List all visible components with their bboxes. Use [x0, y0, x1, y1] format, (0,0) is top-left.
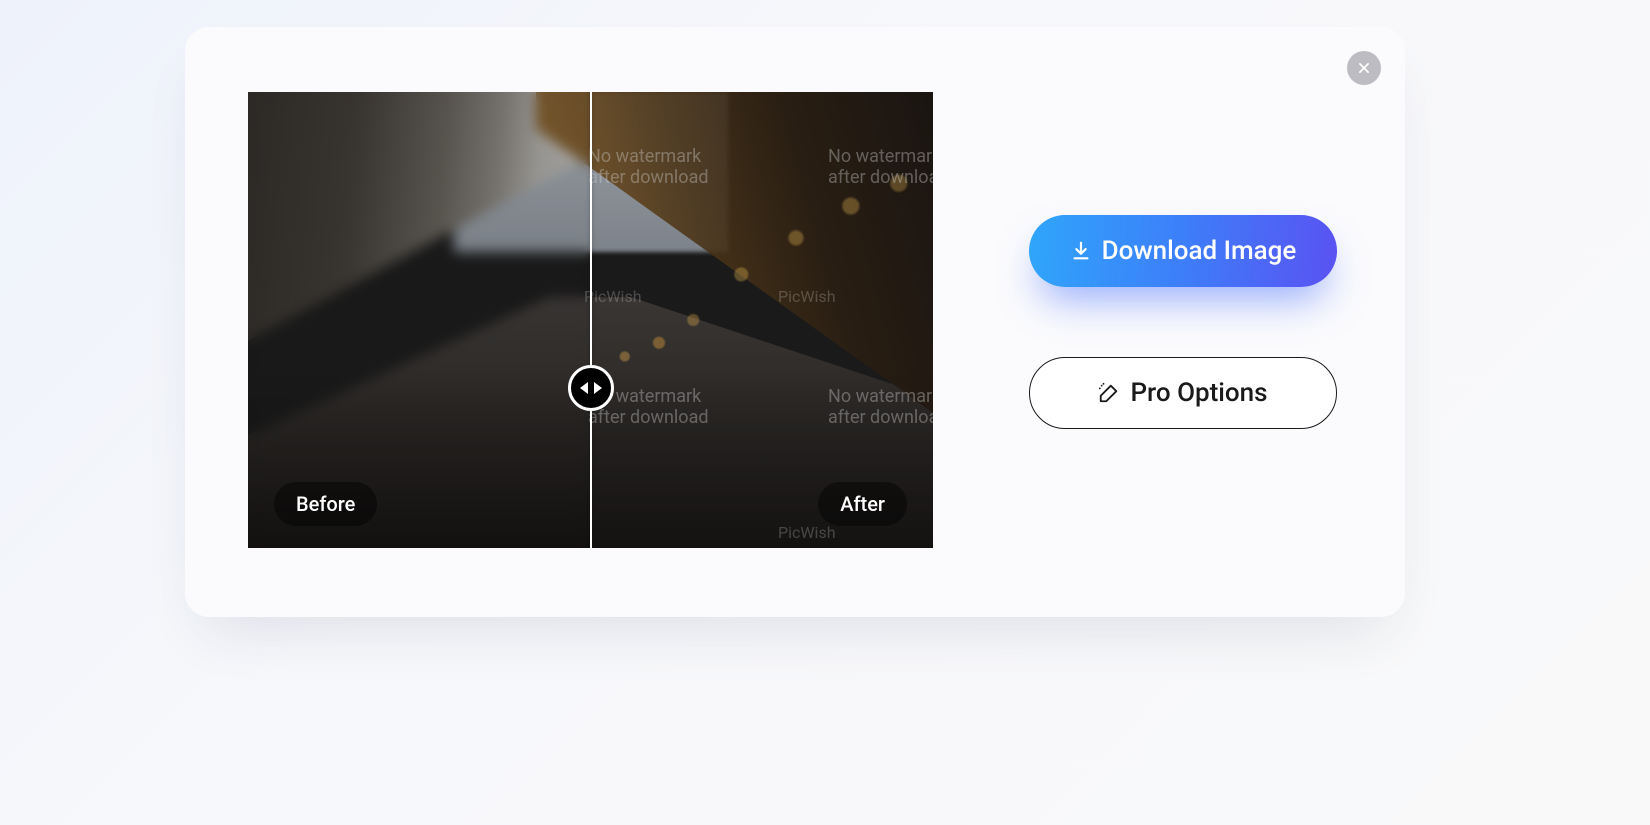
close-button[interactable] [1347, 51, 1381, 85]
download-icon [1070, 240, 1092, 262]
comparison-divider [590, 92, 592, 548]
comparison-preview: No watermark after download No watermark… [248, 92, 933, 548]
download-image-button[interactable]: Download Image [1029, 215, 1337, 287]
magic-pen-icon [1098, 382, 1120, 404]
after-label: After [818, 482, 907, 526]
before-label: Before [274, 482, 377, 526]
chevron-right-icon [594, 382, 602, 394]
pro-options-button[interactable]: Pro Options [1029, 357, 1337, 429]
chevron-left-icon [580, 382, 588, 394]
close-icon [1357, 61, 1371, 75]
result-card: No watermark after download No watermark… [185, 27, 1405, 617]
preview-before-overlay [248, 92, 591, 548]
actions-panel: Download Image Pro Options [1015, 215, 1351, 429]
comparison-slider-handle[interactable] [568, 365, 614, 411]
download-image-label: Download Image [1102, 236, 1297, 266]
pro-options-label: Pro Options [1130, 378, 1267, 408]
